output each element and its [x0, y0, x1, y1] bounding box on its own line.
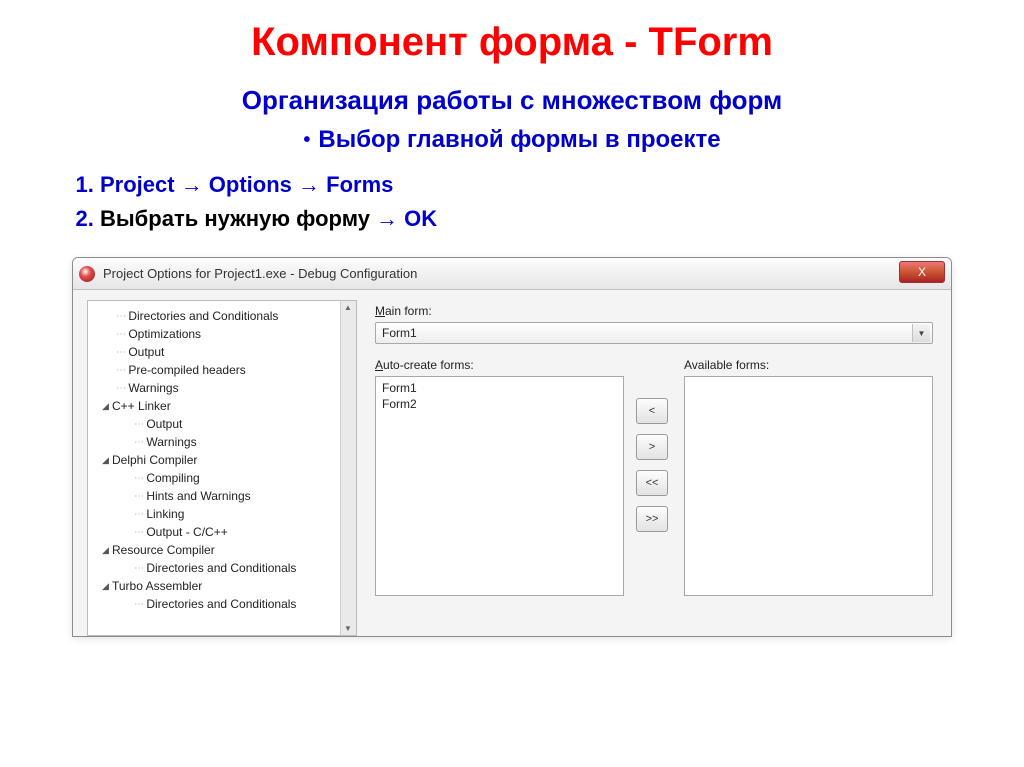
move-right-button[interactable]: >	[636, 434, 668, 460]
caret-icon: ◢	[102, 581, 112, 592]
mainform-dropdown[interactable]: Form1 ▼	[375, 322, 933, 344]
step-1: Project → Options → Forms	[100, 172, 1024, 198]
list-item[interactable]: Form1	[382, 381, 617, 397]
tree-item[interactable]: ⋯ Output	[94, 415, 356, 433]
tree-item[interactable]: ⋯ Linking	[94, 505, 356, 523]
dialog-window: Project Options for Project1.exe - Debug…	[72, 257, 952, 637]
tree-item[interactable]: ⋯ Directories and Conditionals	[94, 559, 356, 577]
bullet-text: Выбор главной формы в проекте	[318, 126, 720, 153]
tree-item[interactable]: ⋯ Warnings	[94, 379, 356, 397]
tree-item[interactable]: ⋯ Output	[94, 343, 356, 361]
tree-group[interactable]: ◢C++ Linker	[94, 397, 356, 415]
tree-item[interactable]: ⋯ Pre-compiled headers	[94, 361, 356, 379]
caret-icon: ◢	[102, 545, 112, 556]
available-label: Available forms:	[684, 358, 933, 372]
mainform-value: Form1	[382, 326, 417, 340]
list-item[interactable]: Form2	[382, 397, 617, 413]
autocreate-listbox[interactable]: Form1 Form2	[375, 376, 624, 596]
step-2: Выбрать нужную форму → OK	[100, 206, 1024, 232]
step-2-text: Выбрать нужную форму	[100, 206, 370, 231]
move-all-right-button[interactable]: >>	[636, 506, 668, 532]
tree-item[interactable]: ⋯ Compiling	[94, 469, 356, 487]
slide-bullet: • Выбор главной формы в проекте	[0, 126, 1024, 154]
tree-group[interactable]: ◢Turbo Assembler	[94, 577, 356, 595]
slide-title: Компонент форма - TForm	[0, 20, 1024, 65]
options-tree[interactable]: ⋯ Directories and Conditionals ⋯ Optimiz…	[87, 300, 357, 636]
autocreate-label: Auto-create forms:	[375, 358, 624, 372]
tree-item[interactable]: ⋯ Output - C/C++	[94, 523, 356, 541]
caret-icon: ◢	[102, 401, 112, 412]
step-2-suffix: → OK	[370, 206, 437, 231]
bullet-dot-icon: •	[303, 129, 310, 151]
app-icon	[79, 266, 95, 282]
scrollbar[interactable]	[340, 301, 356, 635]
slide-subtitle: Организация работы с множеством форм	[0, 85, 1024, 116]
tree-item[interactable]: ⋯ Directories and Conditionals	[94, 307, 356, 325]
mainform-label: Main form:	[375, 304, 933, 318]
caret-icon: ◢	[102, 455, 112, 466]
tree-item[interactable]: ⋯ Warnings	[94, 433, 356, 451]
tree-group[interactable]: ◢Resource Compiler	[94, 541, 356, 559]
tree-item[interactable]: ⋯ Optimizations	[94, 325, 356, 343]
tree-item[interactable]: ⋯ Directories and Conditionals	[94, 595, 356, 613]
window-title: Project Options for Project1.exe - Debug…	[103, 266, 417, 281]
tree-group[interactable]: ◢Delphi Compiler	[94, 451, 356, 469]
close-button[interactable]: X	[899, 261, 945, 283]
move-left-button[interactable]: <	[636, 398, 668, 424]
tree-item[interactable]: ⋯ Hints and Warnings	[94, 487, 356, 505]
forms-panel: Main form: Form1 ▼ Auto-create forms: Fo…	[365, 290, 951, 636]
step-1-text: Project → Options → Forms	[100, 172, 393, 197]
titlebar[interactable]: Project Options for Project1.exe - Debug…	[73, 258, 951, 290]
chevron-down-icon: ▼	[912, 324, 930, 342]
move-all-left-button[interactable]: <<	[636, 470, 668, 496]
available-listbox[interactable]	[684, 376, 933, 596]
